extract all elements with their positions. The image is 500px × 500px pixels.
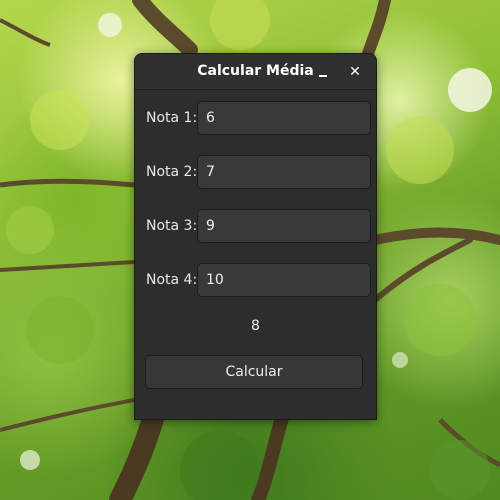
desktop: Calcular Média ✕ Nota 1: 6 Nota 2: 7 Not… xyxy=(0,0,500,500)
field-label: Nota 1: xyxy=(146,110,198,126)
close-button[interactable]: ✕ xyxy=(343,60,367,84)
calcular-button[interactable]: Calcular xyxy=(145,355,363,389)
nota-2-input[interactable]: 7 xyxy=(197,155,371,189)
minimize-button[interactable] xyxy=(311,60,335,84)
field-row-nota-4: Nota 4: 10 xyxy=(135,263,376,297)
result-value: 8 xyxy=(251,318,260,334)
field-row-nota-3: Nota 3: 9 xyxy=(135,209,376,243)
calculator-window: Calcular Média ✕ Nota 1: 6 Nota 2: 7 Not… xyxy=(134,53,377,420)
nota-1-input[interactable]: 6 xyxy=(197,101,371,135)
close-icon: ✕ xyxy=(349,64,361,80)
form-content: Nota 1: 6 Nota 2: 7 Nota 3: 9 Nota 4: 10… xyxy=(135,90,376,419)
titlebar[interactable]: Calcular Média ✕ xyxy=(135,54,376,90)
window-title: Calcular Média xyxy=(197,63,314,79)
field-row-nota-1: Nota 1: 6 xyxy=(135,101,376,135)
minimize-icon xyxy=(319,75,327,77)
field-row-nota-2: Nota 2: 7 xyxy=(135,155,376,189)
nota-4-input[interactable]: 10 xyxy=(197,263,371,297)
field-label: Nota 4: xyxy=(146,272,198,288)
nota-3-input[interactable]: 9 xyxy=(197,209,371,243)
field-label: Nota 3: xyxy=(146,218,198,234)
field-label: Nota 2: xyxy=(146,164,198,180)
